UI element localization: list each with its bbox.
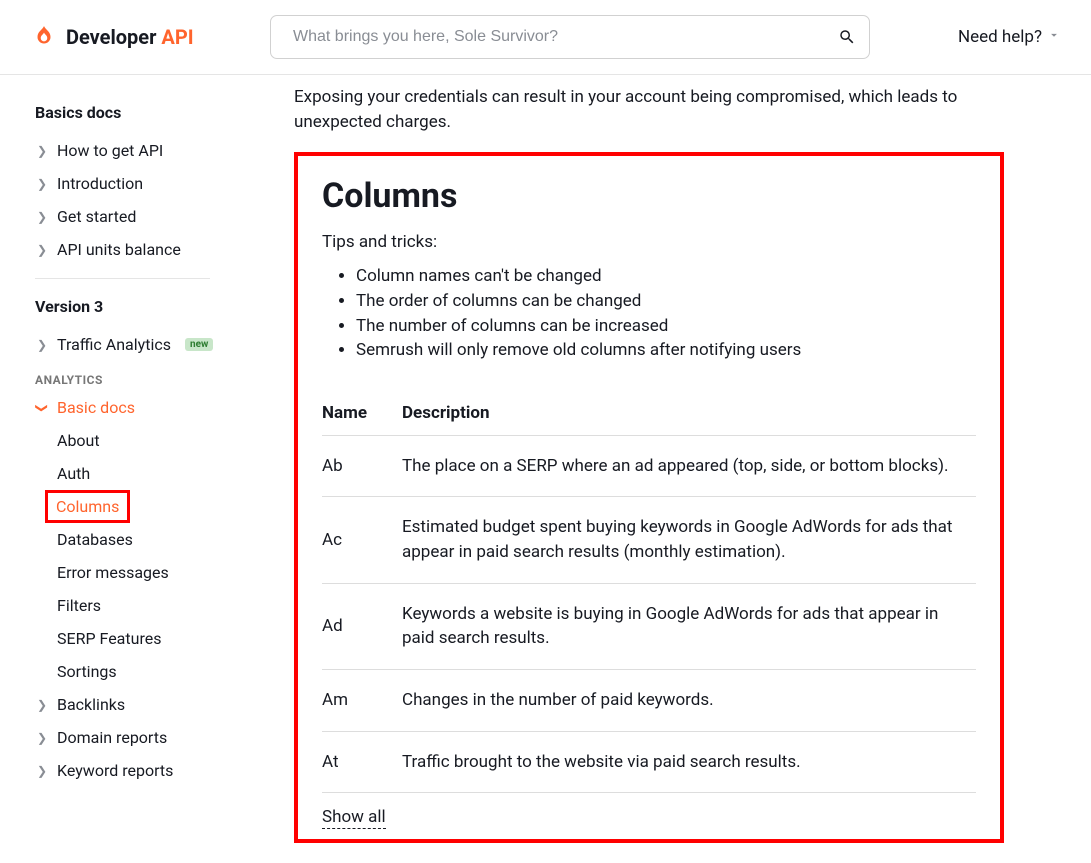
sidebar-item-label: Error messages	[57, 563, 169, 582]
columns-table: Name Description Ab The place on a SERP …	[322, 393, 976, 793]
sidebar-divider	[35, 278, 210, 279]
column-name-cell: At	[322, 731, 402, 793]
tips-list: Column names can't be changed The order …	[322, 264, 976, 363]
chevron-right-icon: ❯	[35, 764, 49, 778]
chevron-right-icon: ❯	[35, 338, 49, 352]
sidebar-item-how-to-get-api[interactable]: ❯ How to get API	[35, 134, 254, 167]
sidebar-subitem-databases[interactable]: Databases	[35, 523, 254, 556]
chevron-down-icon	[1047, 27, 1061, 47]
sidebar-item-label: Basic docs	[57, 398, 135, 417]
tip-item: Semrush will only remove old columns aft…	[356, 338, 976, 363]
sidebar-item-label: Databases	[57, 530, 133, 549]
sidebar-version-title: Version 3	[35, 297, 254, 316]
sidebar-item-label: Filters	[57, 596, 101, 615]
sidebar-item-label: Backlinks	[57, 695, 125, 714]
sidebar-item-label: Auth	[57, 464, 90, 483]
columns-section: Columns Tips and tricks: Column names ca…	[294, 152, 1004, 843]
sidebar-item-backlinks[interactable]: ❯ Backlinks	[35, 688, 254, 721]
column-name-cell: Am	[322, 670, 402, 732]
fire-icon	[30, 23, 58, 51]
sidebar-item-label: Keyword reports	[57, 761, 173, 780]
column-name-cell: Ab	[322, 435, 402, 497]
sidebar-subitem-columns[interactable]: Columns	[45, 490, 130, 523]
sidebar-section-analytics: ANALYTICS	[35, 373, 254, 387]
sidebar-item-domain-reports[interactable]: ❯ Domain reports	[35, 721, 254, 754]
columns-heading: Columns	[322, 176, 976, 216]
table-row: Ad Keywords a website is buying in Googl…	[322, 583, 976, 669]
chevron-right-icon: ❯	[35, 177, 49, 191]
column-desc-cell: Estimated budget spent buying keywords i…	[402, 497, 976, 583]
sidebar-item-label: How to get API	[57, 141, 163, 160]
sidebar-item-label: API units balance	[57, 240, 181, 259]
sidebar-item-traffic-analytics[interactable]: ❯ Traffic Analytics new	[35, 328, 254, 361]
sidebar: Basics docs ❯ How to get API ❯ Introduct…	[0, 75, 254, 863]
sidebar-item-introduction[interactable]: ❯ Introduction	[35, 167, 254, 200]
table-row: Am Changes in the number of paid keyword…	[322, 670, 976, 732]
sidebar-item-label: Traffic Analytics	[57, 335, 171, 354]
main-content: Exposing your credentials can result in …	[254, 75, 1091, 863]
sidebar-item-basic-docs[interactable]: ❯ Basic docs	[35, 391, 254, 424]
sidebar-subitem-about[interactable]: About	[35, 424, 254, 457]
sidebar-item-api-units-balance[interactable]: ❯ API units balance	[35, 233, 254, 266]
sidebar-subitem-sortings[interactable]: Sortings	[35, 655, 254, 688]
tip-item: Column names can't be changed	[356, 264, 976, 289]
chevron-right-icon: ❯	[35, 731, 49, 745]
search-input[interactable]	[270, 15, 870, 59]
intro-paragraph: Exposing your credentials can result in …	[294, 85, 974, 134]
column-desc-cell: Keywords a website is buying in Google A…	[402, 583, 976, 669]
top-header: Developer API Need help?	[0, 0, 1091, 75]
sidebar-basics-title: Basics docs	[35, 103, 254, 122]
logo-text-api: API	[161, 25, 193, 49]
tip-item: The number of columns can be increased	[356, 314, 976, 339]
sidebar-item-label: SERP Features	[57, 629, 161, 648]
table-header-name: Name	[322, 393, 402, 436]
sidebar-item-label: Get started	[57, 207, 136, 226]
sidebar-item-keyword-reports[interactable]: ❯ Keyword reports	[35, 754, 254, 787]
column-name-cell: Ad	[322, 583, 402, 669]
sidebar-subitem-filters[interactable]: Filters	[35, 589, 254, 622]
sidebar-item-label: Domain reports	[57, 728, 167, 747]
column-name-cell: Ac	[322, 497, 402, 583]
sidebar-subitem-auth[interactable]: Auth	[35, 457, 254, 490]
tip-item: The order of columns can be changed	[356, 289, 976, 314]
chevron-right-icon: ❯	[35, 698, 49, 712]
logo-text-developer: Developer	[66, 25, 156, 49]
chevron-right-icon: ❯	[35, 243, 49, 257]
column-desc-cell: Changes in the number of paid keywords.	[402, 670, 976, 732]
chevron-right-icon: ❯	[35, 144, 49, 158]
sidebar-subitem-serp-features[interactable]: SERP Features	[35, 622, 254, 655]
logo[interactable]: Developer API	[30, 23, 270, 51]
table-row: At Traffic brought to the website via pa…	[322, 731, 976, 793]
column-desc-cell: The place on a SERP where an ad appeared…	[402, 435, 976, 497]
sidebar-subitem-error-messages[interactable]: Error messages	[35, 556, 254, 589]
show-all-link[interactable]: Show all	[322, 807, 386, 829]
main-layout: Basics docs ❯ How to get API ❯ Introduct…	[0, 75, 1091, 863]
need-help-dropdown[interactable]: Need help?	[958, 27, 1061, 47]
sidebar-item-get-started[interactable]: ❯ Get started	[35, 200, 254, 233]
chevron-down-icon: ❯	[35, 401, 49, 415]
sidebar-item-label: Sortings	[57, 662, 117, 681]
column-desc-cell: Traffic brought to the website via paid …	[402, 731, 976, 793]
search-wrap	[270, 15, 870, 59]
sidebar-item-label: About	[57, 431, 100, 450]
search-icon[interactable]	[838, 28, 856, 46]
sidebar-item-label: Columns	[56, 497, 119, 516]
table-row: Ab The place on a SERP where an ad appea…	[322, 435, 976, 497]
need-help-label: Need help?	[958, 27, 1042, 47]
sidebar-item-label: Introduction	[57, 174, 143, 193]
tips-label: Tips and tricks:	[322, 232, 976, 252]
new-badge: new	[185, 338, 213, 351]
table-row: Ac Estimated budget spent buying keyword…	[322, 497, 976, 583]
chevron-right-icon: ❯	[35, 210, 49, 224]
table-header-description: Description	[402, 393, 976, 436]
